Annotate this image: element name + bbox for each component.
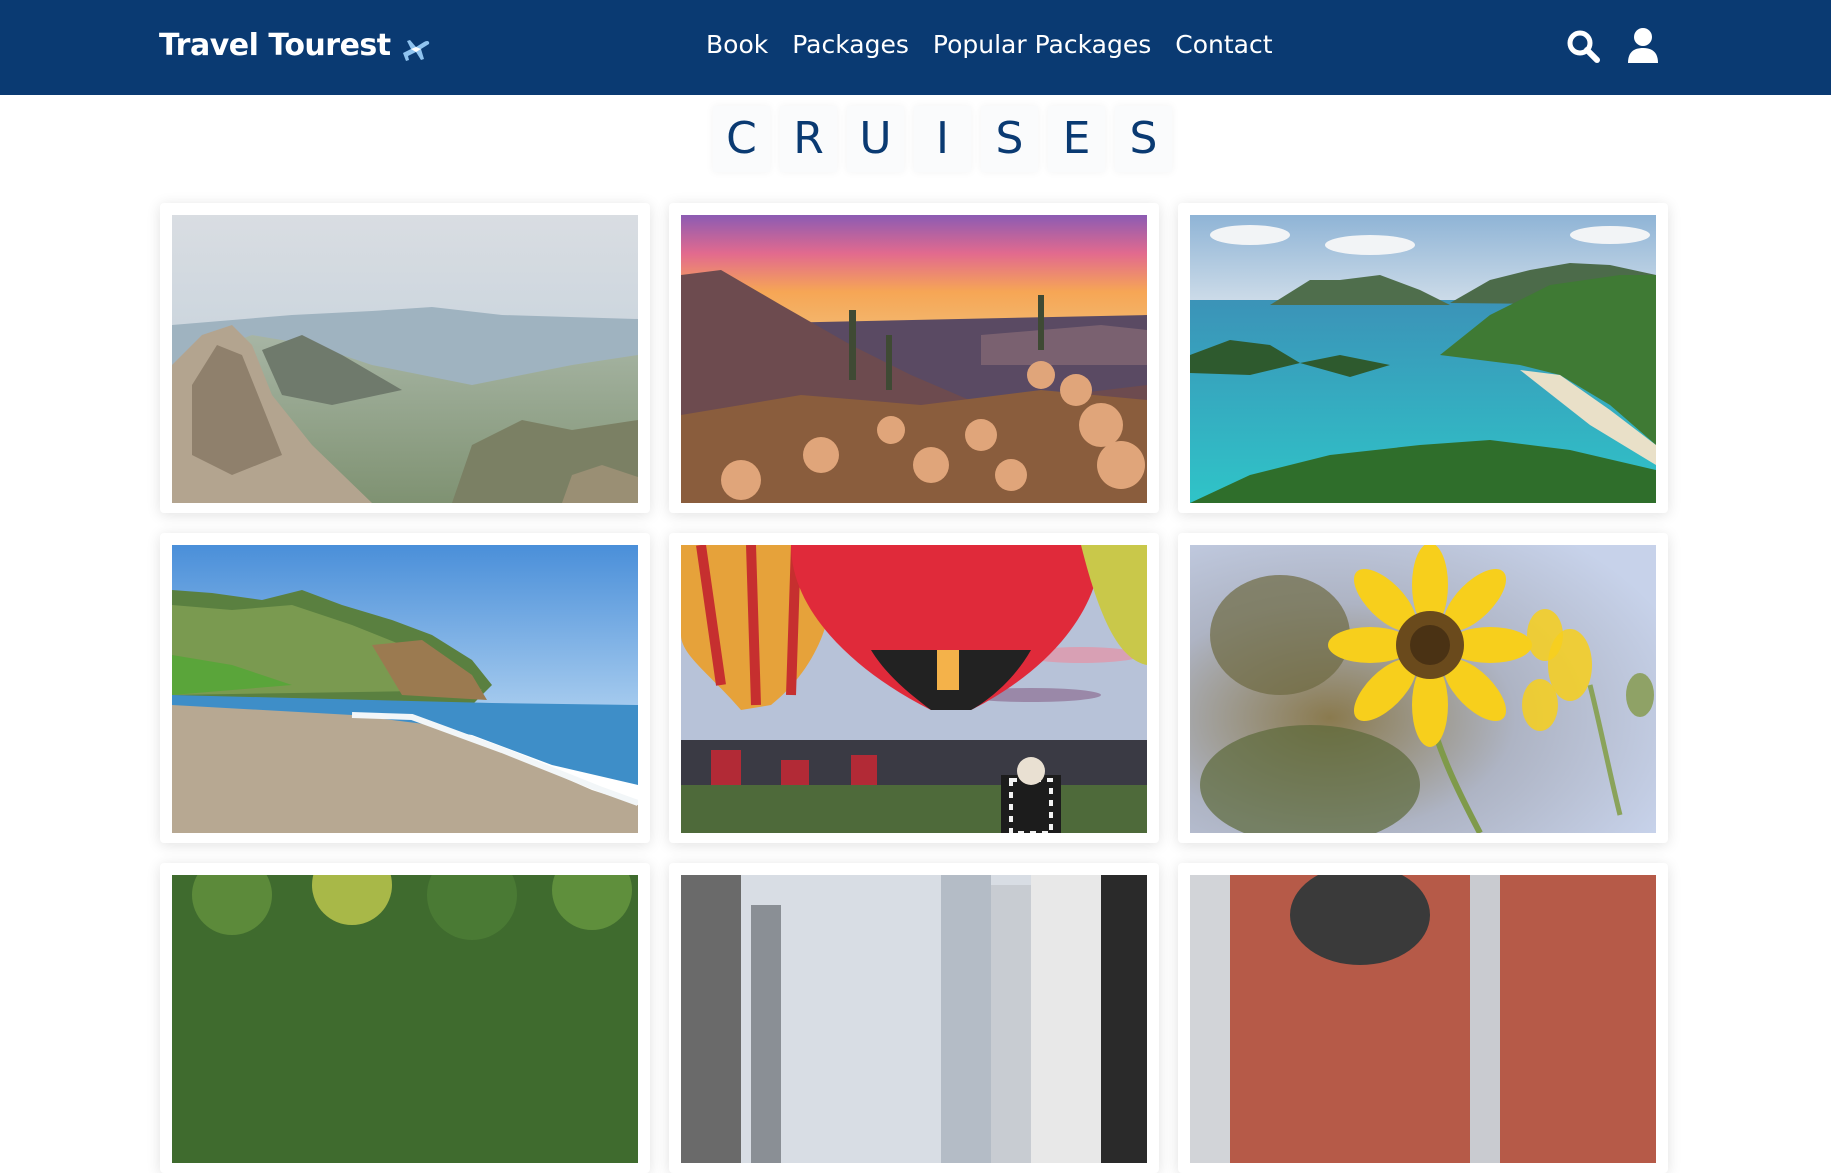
top-navbar: Travel Tourest Book Packages Popular Pac… bbox=[0, 0, 1831, 95]
heading-letter: U bbox=[847, 106, 904, 172]
page-heading: C R U I S E S bbox=[713, 106, 1172, 172]
tropical-bay-photo bbox=[1190, 215, 1656, 503]
nav-icons bbox=[1566, 27, 1660, 65]
forest-photo bbox=[172, 875, 638, 1163]
beach-hills-photo bbox=[172, 545, 638, 833]
heading-letter: R bbox=[780, 106, 837, 172]
search-icon[interactable] bbox=[1566, 27, 1600, 65]
gallery-card[interactable] bbox=[1178, 863, 1668, 1173]
gallery-card[interactable] bbox=[160, 533, 650, 843]
heading-letter: S bbox=[1115, 106, 1172, 172]
nav-link-packages[interactable]: Packages bbox=[792, 30, 909, 59]
brand-name: Travel Tourest bbox=[159, 27, 391, 63]
photo-gallery bbox=[160, 203, 1668, 1173]
gallery-card[interactable] bbox=[1178, 533, 1668, 843]
desert-sunset-cactus-photo bbox=[681, 215, 1147, 503]
heading-letter: S bbox=[981, 106, 1038, 172]
nav-link-contact[interactable]: Contact bbox=[1175, 30, 1272, 59]
sunflower-photo bbox=[1190, 545, 1656, 833]
nav-link-book[interactable]: Book bbox=[706, 30, 768, 59]
gallery-card[interactable] bbox=[669, 863, 1159, 1173]
heading-letter: C bbox=[713, 106, 770, 172]
heading-letter: I bbox=[914, 106, 971, 172]
user-icon[interactable] bbox=[1626, 27, 1660, 65]
nav-link-popular-packages[interactable]: Popular Packages bbox=[933, 30, 1151, 59]
hot-air-balloons-photo bbox=[681, 545, 1147, 833]
airplane-icon bbox=[402, 40, 429, 61]
brand-logo[interactable]: Travel Tourest bbox=[159, 27, 433, 63]
gallery-card[interactable] bbox=[669, 533, 1159, 843]
gallery-card[interactable] bbox=[669, 203, 1159, 513]
city-street-photo bbox=[681, 875, 1147, 1163]
main-nav: Book Packages Popular Packages Contact bbox=[706, 30, 1273, 59]
gallery-card[interactable] bbox=[1178, 203, 1668, 513]
gallery-card[interactable] bbox=[160, 203, 650, 513]
gallery-card[interactable] bbox=[160, 863, 650, 1173]
heading-letter: E bbox=[1048, 106, 1105, 172]
statue-photo bbox=[1190, 875, 1656, 1163]
mountain-valley-photo bbox=[172, 215, 638, 503]
